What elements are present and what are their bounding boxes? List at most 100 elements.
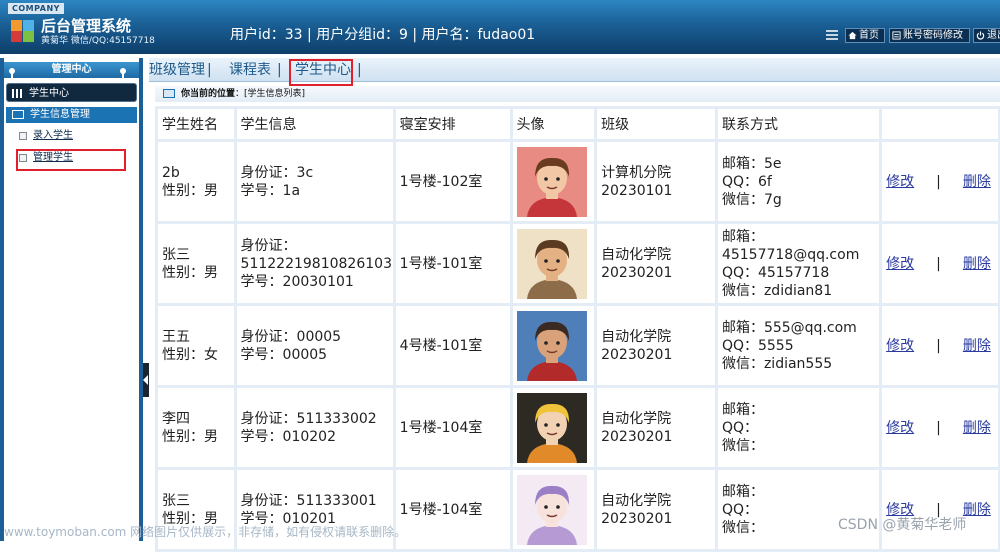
student-info-cell: 身份证：511333002 学号：010202	[236, 388, 393, 467]
student-name-cell: 张三 性别：男	[158, 224, 234, 303]
tab-separator: |	[357, 62, 362, 78]
home-icon	[848, 31, 857, 40]
actions-cell: 修改 | 删除	[882, 388, 998, 467]
tab-course-schedule[interactable]: 课程表	[229, 58, 271, 82]
student-gender: 性别：男	[162, 428, 218, 445]
sidebar-group-student-info[interactable]: 学生信息管理	[6, 107, 137, 123]
delete-link[interactable]: 删除	[963, 420, 991, 436]
qq: QQ：45157718	[721, 264, 830, 281]
contact-cell: 邮箱：45157718@qq.com QQ：45157718 微信：zdidian8…	[717, 224, 880, 303]
logout-label: 退出	[987, 30, 1000, 41]
document-icon	[19, 132, 27, 140]
edit-link[interactable]: 修改	[886, 420, 914, 436]
student-number: 学号：20030101	[240, 273, 354, 290]
dorm: 1号楼-102室	[399, 173, 483, 190]
delete-link[interactable]: 删除	[963, 338, 991, 354]
actions-cell: 修改 | 删除	[882, 142, 998, 221]
email: 邮箱：	[721, 483, 764, 500]
column-header: 班级	[597, 109, 715, 139]
column-header: 联系方式	[717, 109, 880, 139]
change-password-button[interactable]: 账号密码修改	[889, 28, 970, 43]
avatar	[516, 392, 587, 463]
student-number: 学号：00005	[240, 346, 328, 363]
author-contact: 黄菊华 微信/QQ:45157718	[41, 36, 155, 46]
column-header: 学生姓名	[158, 109, 234, 139]
breadcrumb-path: ：[学生信息列表]	[235, 89, 306, 99]
actions-cell: 修改 | 删除	[882, 306, 998, 385]
dorm-cell: 1号楼-104室	[395, 470, 510, 549]
sidebar-item-label: 录入学生	[33, 130, 73, 141]
table-row: 2b 性别：男 身份证：3c 学号：1a 1号楼-102室 计算机分院 20230101 邮箱…	[158, 142, 998, 221]
sidebar-border-right	[139, 58, 143, 541]
college: 计算机分院	[601, 164, 672, 181]
table-row: 王五 性别：女 身份证：00005 学号：00005 4号楼-101室 自动化学院 2023…	[158, 306, 998, 385]
logout-button[interactable]: 退出	[973, 28, 1000, 43]
avatar-cell	[512, 388, 595, 467]
action-separator: |	[936, 337, 941, 354]
class-number: 20230201	[601, 346, 673, 363]
class-cell: 自动化学院 20230201	[597, 388, 715, 467]
edit-link[interactable]: 修改	[886, 338, 914, 354]
breadcrumb-label: 你当前的位置	[181, 89, 236, 99]
class-number: 20230201	[601, 428, 673, 445]
edit-link[interactable]: 修改	[886, 256, 914, 272]
grip-icon	[826, 30, 838, 41]
actions-cell: 修改 | 删除	[882, 224, 998, 303]
breadcrumb: 你当前的位置：[学生信息列表]	[155, 86, 1000, 102]
avatar	[516, 146, 587, 217]
company-label: COMPANY	[8, 3, 64, 14]
student-gender: 性别：女	[162, 346, 218, 363]
student-name-cell: 王五 性别：女	[158, 306, 234, 385]
cubes-logo-icon	[11, 20, 34, 42]
tab-class-management[interactable]: 班级管理	[149, 58, 205, 82]
dorm: 1号楼-104室	[399, 501, 483, 518]
table-row: 李四 性别：男 身份证：511333002 学号：010202 1号楼-104室 自动化学…	[158, 388, 998, 467]
tab-separator: |	[277, 62, 282, 78]
column-header: 寝室安排	[395, 109, 510, 139]
change-password-label: 账号密码修改	[903, 30, 963, 41]
id-card: 身份证：511333002	[240, 410, 377, 427]
email: 邮箱：555@qq.com	[721, 319, 857, 336]
wechat: 微信：7g	[721, 191, 782, 208]
avatar-cell	[512, 470, 595, 549]
contact-cell: 邮箱： QQ： 微信：	[717, 388, 880, 467]
dorm-cell: 1号楼-104室	[395, 388, 510, 467]
sidebar-group-label: 学生信息管理	[30, 109, 90, 120]
avatar-cell	[512, 306, 595, 385]
college: 自动化学院	[601, 246, 672, 263]
student-name: 李四	[162, 410, 190, 427]
id-card: 身份证：3c	[240, 164, 314, 181]
pin-icon	[120, 68, 126, 78]
highlight-box	[289, 59, 353, 86]
main-content: 班级管理 | 课程表 | 学生中心 | 你当前的位置：[学生信息列表] 学生姓名…	[149, 58, 1000, 552]
delete-link[interactable]: 删除	[963, 502, 991, 518]
pin-icon	[9, 68, 15, 78]
class-cell: 计算机分院 20230101	[597, 142, 715, 221]
delete-link[interactable]: 删除	[963, 174, 991, 190]
action-separator: |	[936, 419, 941, 436]
avatar	[516, 228, 587, 299]
wechat: 微信：zdidian81	[721, 282, 833, 299]
contact-cell: 邮箱：555@qq.com QQ：5555 微信：zidian555	[717, 306, 880, 385]
window-icon	[12, 110, 24, 119]
student-table: 学生姓名 学生信息 寝室安排 头像 班级 联系方式 2b 性别：男 身份证：3c 学号：1a 1号…	[155, 106, 1000, 552]
sidebar-border-left	[0, 58, 4, 541]
avatar-cell	[512, 224, 595, 303]
delete-link[interactable]: 删除	[963, 256, 991, 272]
class-number: 20230201	[601, 510, 673, 527]
dorm: 1号楼-101室	[399, 255, 483, 272]
edit-link[interactable]: 修改	[886, 174, 914, 190]
highlight-box	[16, 149, 126, 171]
class-cell: 自动化学院 20230201	[597, 470, 715, 549]
column-header	[882, 109, 998, 139]
student-name-cell: 李四 性别：男	[158, 388, 234, 467]
sidebar-item-add-student[interactable]: 录入学生	[19, 128, 139, 144]
id-card: 身份证：511333001	[240, 492, 377, 509]
class-cell: 自动化学院 20230201	[597, 224, 715, 303]
sidebar-section-student-center[interactable]: 学生中心	[6, 83, 137, 102]
student-name: 张三	[162, 246, 190, 263]
wechat: 微信：zidian555	[721, 355, 833, 372]
email: 邮箱：5e	[721, 155, 782, 172]
home-button[interactable]: 首页	[845, 28, 885, 43]
id-card: 身份证：511222198108261036	[240, 237, 393, 272]
